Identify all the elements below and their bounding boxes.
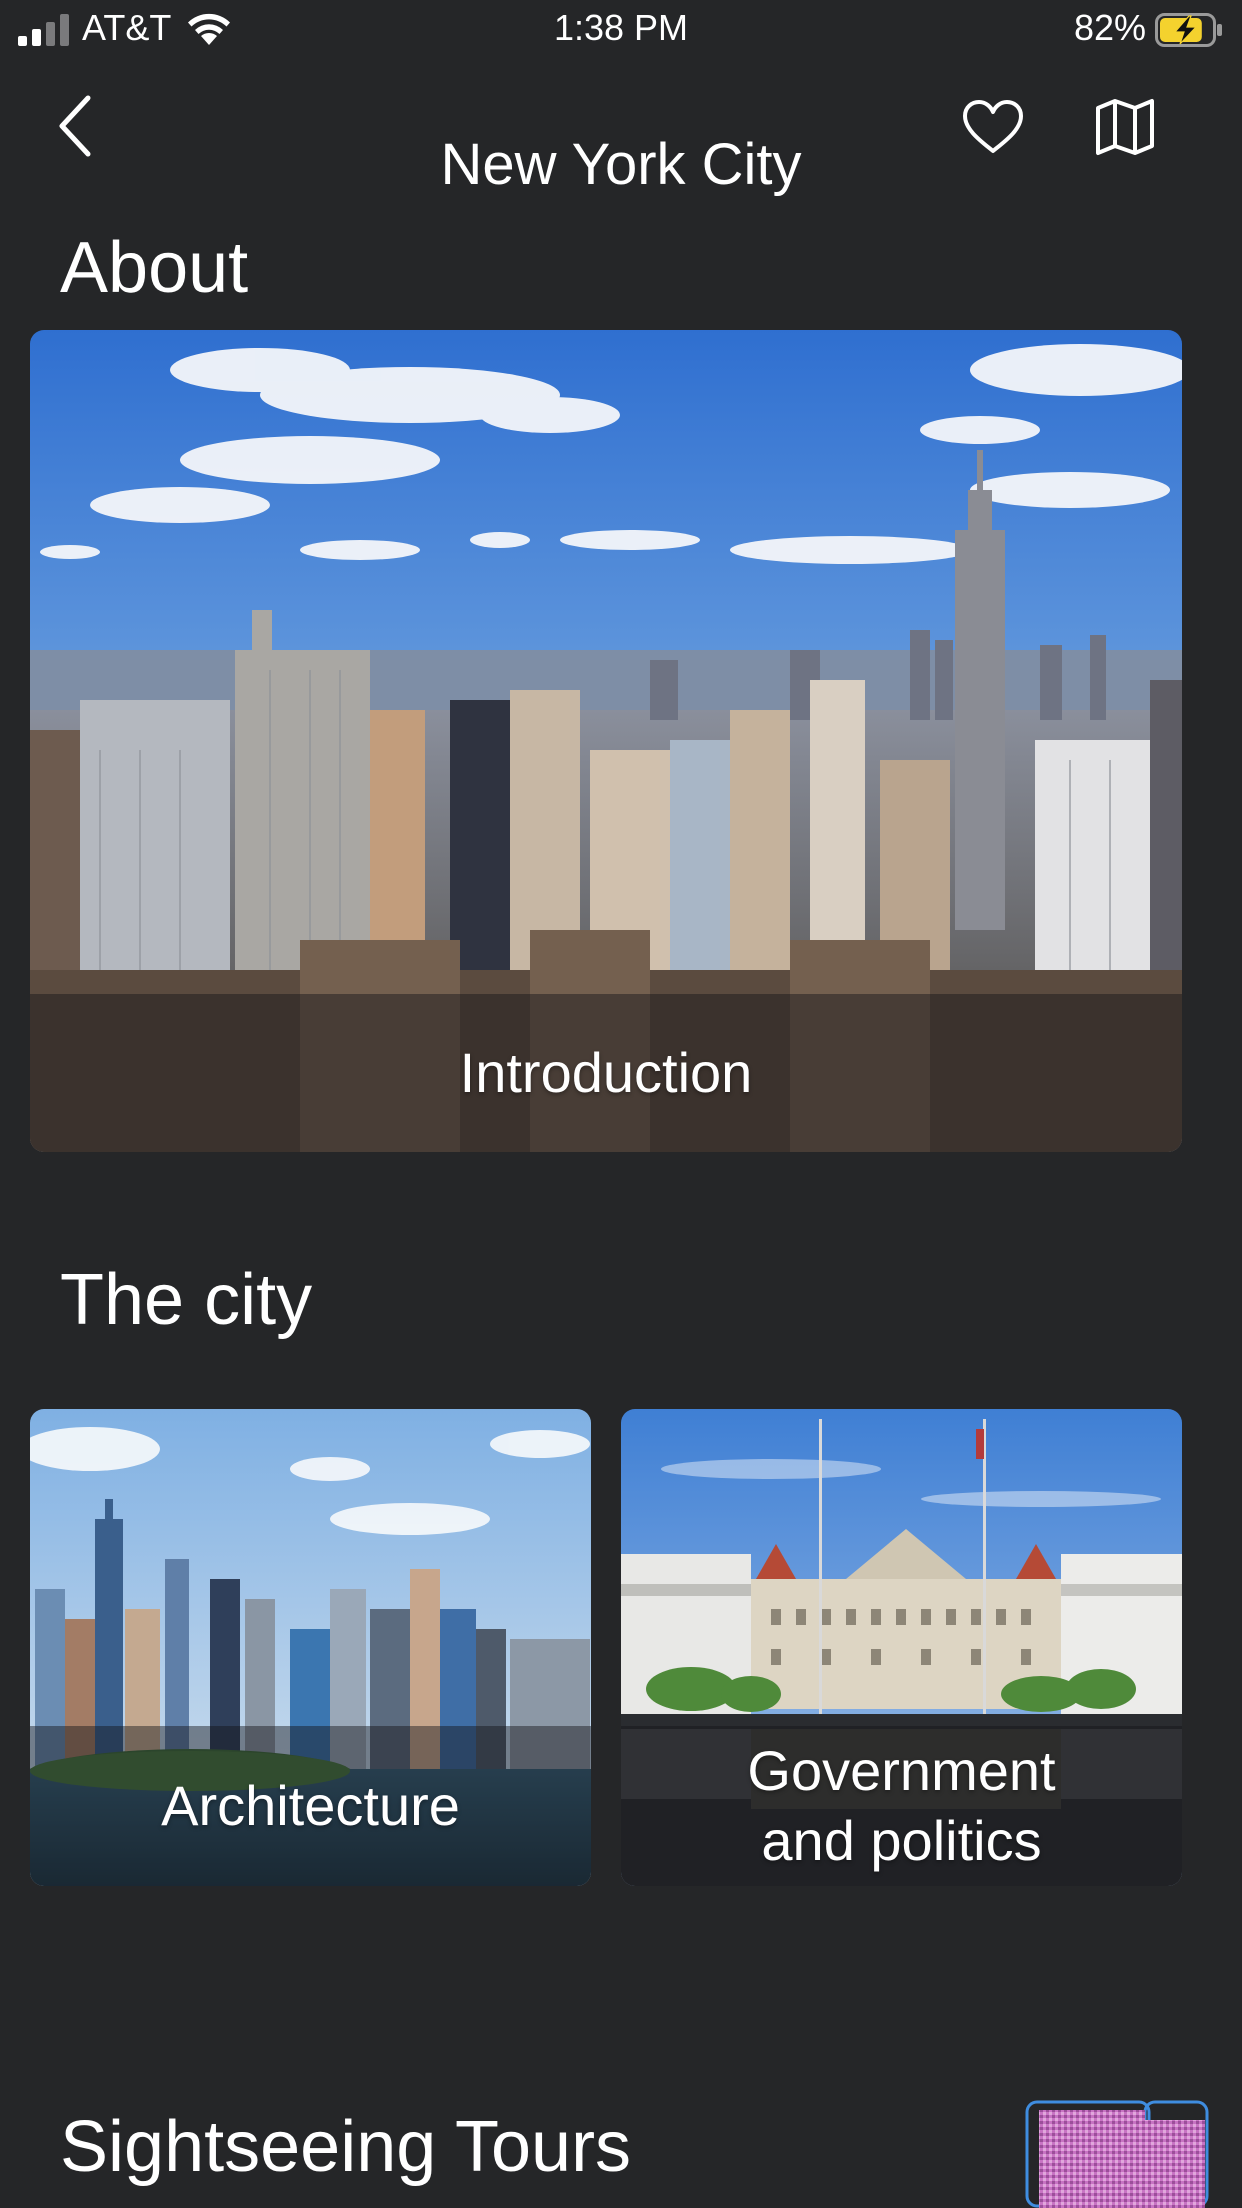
- introduction-card[interactable]: Introduction: [30, 330, 1182, 1152]
- architecture-card[interactable]: Architecture: [30, 1409, 591, 1886]
- status-time: 1:38 PM: [553, 7, 689, 48]
- government-label-line1: Government: [747, 1739, 1056, 1802]
- folded-map-icon: [1096, 99, 1154, 155]
- section-title-sightseeing-tours: Sightseeing Tours: [60, 2107, 632, 2187]
- navigation-bar: New York City: [0, 80, 1242, 197]
- architecture-label: Architecture: [161, 1774, 460, 1837]
- chevron-left-icon: [59, 95, 91, 157]
- introduction-label: Introduction: [459, 1041, 753, 1104]
- introduction-label-band: Introduction: [30, 994, 1182, 1152]
- section-title-the-city: The city: [60, 1260, 313, 1340]
- back-button[interactable]: [40, 88, 112, 164]
- map-button[interactable]: [1090, 92, 1160, 162]
- government-label: Government and politics: [747, 1736, 1055, 1876]
- section-title-about: About: [60, 228, 249, 308]
- government-label-line2: and politics: [761, 1809, 1042, 1872]
- government-label-band: Government and politics: [621, 1726, 1182, 1886]
- city-guide-screen: AT&T 1:38 PM 82% New York City About Int…: [0, 0, 1242, 2208]
- battery-percentage: 82%: [1073, 7, 1146, 48]
- government-and-politics-card[interactable]: Government and politics: [621, 1409, 1182, 1886]
- heart-outline-icon: [963, 100, 1023, 153]
- page-title: New York City: [440, 131, 802, 197]
- tours-badge-icon[interactable]: [1025, 2100, 1215, 2208]
- status-bar: AT&T 1:38 PM 82%: [0, 0, 1242, 60]
- favorite-button[interactable]: [958, 92, 1028, 162]
- battery-charging-icon: [1155, 13, 1222, 47]
- architecture-label-band: Architecture: [30, 1726, 591, 1886]
